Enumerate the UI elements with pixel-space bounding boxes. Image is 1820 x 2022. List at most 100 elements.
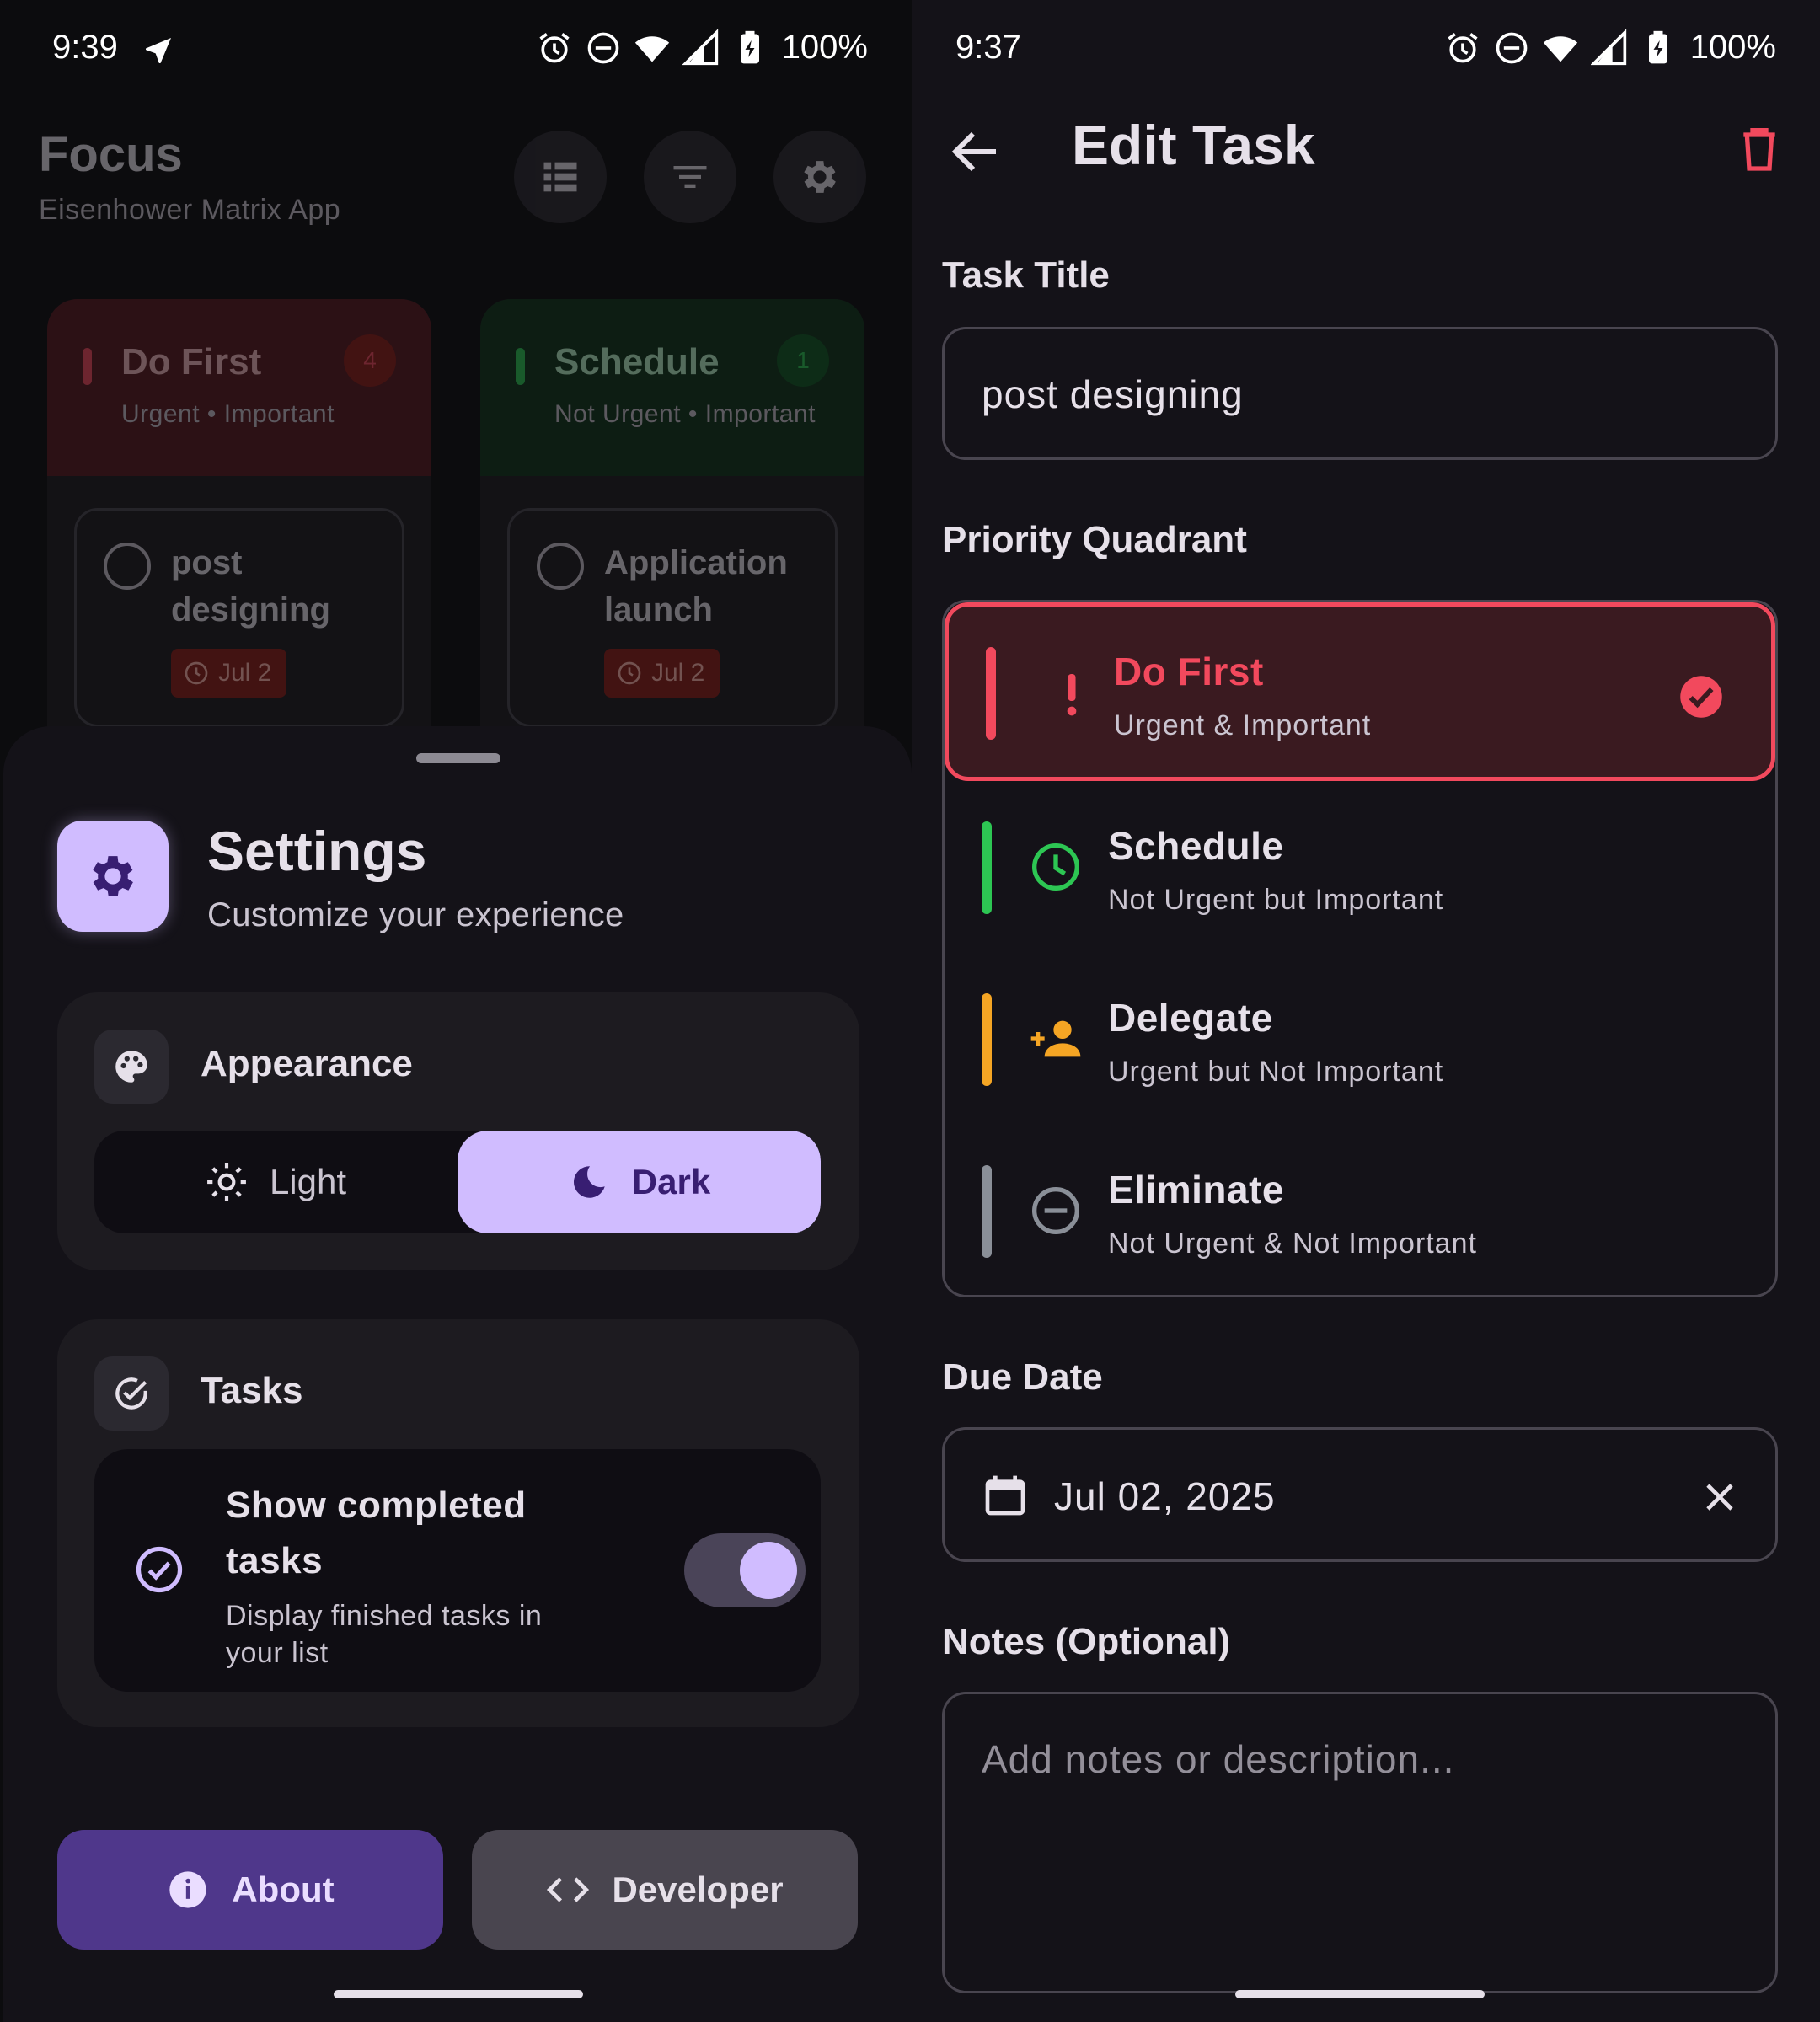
show-completed-switch[interactable] <box>684 1533 806 1607</box>
priority-option-eliminate[interactable]: Eliminate Not Urgent & Not Important <box>945 1125 1775 1297</box>
priority-desc: Urgent & Important <box>1114 709 1372 741</box>
priority-name: Delegate <box>1108 996 1273 1040</box>
gear-icon <box>93 856 133 896</box>
status-bar: 9:39 100% <box>0 0 912 101</box>
priority-name: Eliminate <box>1108 1168 1285 1212</box>
quadrant-color-bar <box>83 348 92 385</box>
theme-segmented-control: Light Dark <box>94 1131 821 1233</box>
due-date-label: Due Date <box>942 1356 1103 1398</box>
page-title: Edit Task <box>1072 114 1315 176</box>
palette-icon <box>115 1051 147 1083</box>
check-circle-icon <box>136 1546 183 1593</box>
palette-icon-box <box>94 1030 169 1104</box>
quadrant-desc: Not Urgent • Important <box>554 400 816 428</box>
priority-option-schedule[interactable]: Schedule Not Urgent but Important <box>945 781 1775 953</box>
appearance-title: Appearance <box>201 1043 413 1084</box>
status-time: 9:39 <box>52 29 118 66</box>
filter-icon <box>673 166 707 188</box>
battery-icon <box>740 30 759 63</box>
app-title: Focus <box>39 127 183 182</box>
close-icon[interactable] <box>1700 1477 1740 1517</box>
list-view-button[interactable] <box>514 131 607 223</box>
theme-light-label: Light <box>269 1162 347 1201</box>
notes-field[interactable]: Add notes or description... <box>942 1692 1778 1993</box>
priority-color-bar <box>982 993 992 1086</box>
due-date-value: Jul 02, 2025 <box>1054 1474 1276 1518</box>
wifi-icon <box>634 35 669 62</box>
priority-option-do-first[interactable]: Do First Urgent & Important <box>945 602 1775 781</box>
quadrant-name: Schedule <box>554 341 720 382</box>
developer-button[interactable]: Developer <box>472 1830 858 1950</box>
task-due-chip: Jul 2 <box>604 649 720 698</box>
notes-placeholder: Add notes or description... <box>982 1737 1455 1781</box>
task-title-field[interactable]: post designing <box>942 327 1778 460</box>
priority-desc: Not Urgent & Not Important <box>1108 1228 1477 1260</box>
priority-desc: Urgent but Not Important <box>1108 1056 1444 1088</box>
task-complete-radio[interactable] <box>104 543 151 590</box>
dnd-icon <box>1496 32 1528 63</box>
code-icon <box>547 1877 590 1902</box>
priority-option-delegate[interactable]: Delegate Urgent but Not Important <box>945 953 1775 1125</box>
minus-circle-icon <box>1032 1187 1079 1234</box>
background-app: Focus Eisenhower Matrix App Do First Urg… <box>0 101 912 771</box>
priority-desc: Not Urgent but Important <box>1108 884 1444 916</box>
task-due-text: Jul 2 <box>651 659 705 687</box>
back-arrow-icon[interactable] <box>945 121 1006 182</box>
settings-screen: 9:39 100% Focus Eisenhower Matrix App Do… <box>0 0 912 2022</box>
priority-color-bar <box>982 1165 992 1258</box>
task-complete-radio[interactable] <box>537 543 584 590</box>
task-card[interactable]: post designing Jul 2 <box>74 508 404 727</box>
filter-button[interactable] <box>644 131 736 223</box>
wifi-icon <box>1543 35 1577 62</box>
edit-task-screen: 9:37 100% Edit Task Task Title post desi… <box>912 0 1820 2022</box>
about-label: About <box>232 1870 335 1909</box>
signal-icon <box>1590 29 1626 65</box>
priority-name: Schedule <box>1108 824 1284 868</box>
show-completed-row[interactable]: Show completed tasks Display finished ta… <box>94 1449 821 1692</box>
trash-icon[interactable] <box>1732 121 1786 175</box>
status-time: 9:37 <box>956 29 1021 66</box>
clock-icon <box>618 661 641 685</box>
signal-icon <box>682 29 718 65</box>
moon-icon <box>573 1166 605 1198</box>
developer-label: Developer <box>612 1870 784 1909</box>
settings-bottom-sheet: Settings Customize your experience Appea… <box>3 726 912 2022</box>
check-circle-icon <box>115 1377 147 1410</box>
priority-color-bar <box>982 821 992 914</box>
gesture-bar <box>334 1990 583 1998</box>
priority-quadrant-group: Do First Urgent & Important Schedule Not… <box>942 600 1778 1297</box>
sun-icon <box>207 1163 246 1201</box>
appearance-card: Appearance Light Dark <box>57 992 859 1270</box>
task-title-value: post designing <box>982 372 1244 416</box>
gear-icon <box>804 161 836 193</box>
drag-handle[interactable] <box>416 753 500 763</box>
quadrant-desc: Urgent • Important <box>121 400 335 428</box>
gesture-bar <box>1235 1990 1485 1998</box>
about-button[interactable]: About <box>57 1830 443 1950</box>
app-subtitle: Eisenhower Matrix App <box>39 194 341 226</box>
task-title: post designing <box>171 544 330 629</box>
priority-label: Priority Quadrant <box>942 519 1247 560</box>
calendar-icon <box>985 1475 1025 1516</box>
theme-dark-option[interactable]: Dark <box>458 1131 821 1233</box>
exclamation-icon <box>1067 674 1077 716</box>
person-add-icon <box>1030 1020 1081 1057</box>
quadrant-count-badge: 4 <box>344 334 396 387</box>
quadrant-schedule[interactable]: Schedule Not Urgent • Important 1 Applic… <box>480 299 864 771</box>
due-date-field[interactable]: Jul 02, 2025 <box>942 1427 1778 1562</box>
theme-light-option[interactable]: Light <box>94 1131 458 1233</box>
quadrant-count-badge: 1 <box>777 334 829 387</box>
info-icon <box>169 1871 207 1908</box>
show-completed-desc: Display finished tasks in your list <box>226 1600 543 1669</box>
theme-dark-label: Dark <box>631 1162 711 1201</box>
dnd-icon <box>587 32 619 63</box>
tasks-title: Tasks <box>201 1370 303 1411</box>
quadrant-color-bar <box>516 348 525 385</box>
quadrant-do-first[interactable]: Do First Urgent • Important 4 post desig… <box>47 299 431 771</box>
settings-button[interactable] <box>774 131 866 223</box>
navigation-arrow-icon <box>146 38 171 63</box>
priority-color-bar <box>986 647 996 740</box>
task-card[interactable]: Application launch Jul 2 <box>507 508 838 727</box>
notes-label: Notes (Optional) <box>942 1621 1231 1662</box>
tasks-icon-box <box>94 1356 169 1431</box>
